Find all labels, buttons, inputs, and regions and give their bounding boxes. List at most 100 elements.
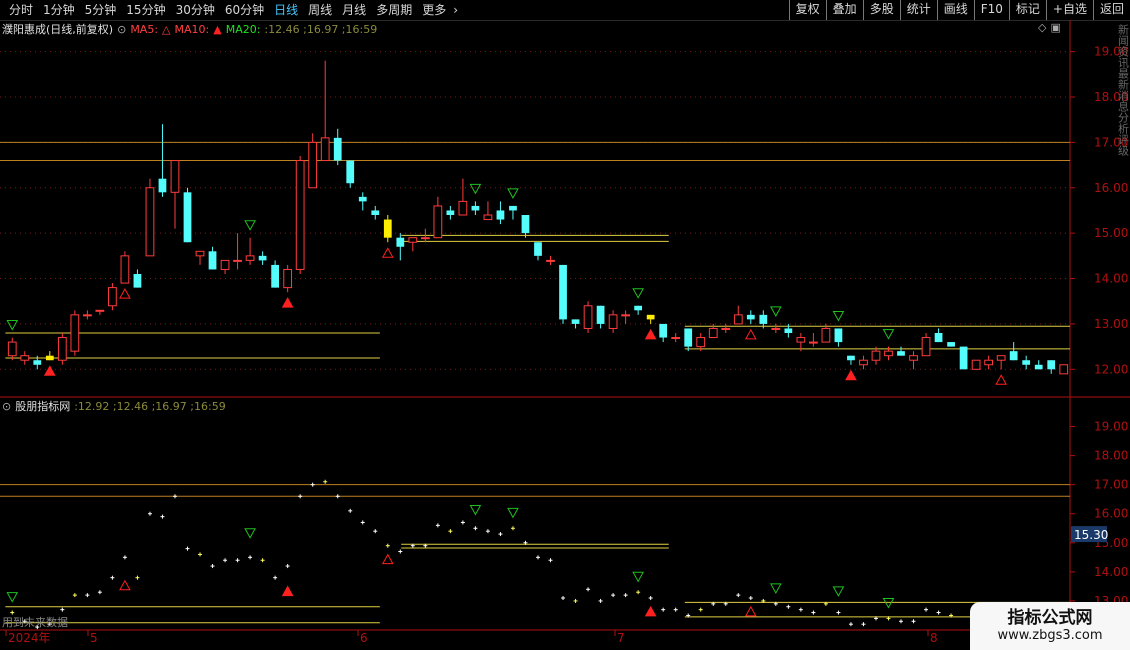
period-tab-6[interactable]: 日线 (269, 0, 303, 20)
period-tab-2[interactable]: 5分钟 (80, 0, 122, 20)
period-tab-9[interactable]: 多周期 (371, 0, 417, 20)
candle-body (708, 327, 718, 339)
sell-signal-mark-sub (6, 592, 19, 603)
stock-title[interactable]: 濮阳惠成(日线,前复权) (2, 21, 113, 37)
candle-body (496, 210, 505, 220)
diamond-icon[interactable]: ◇ (1038, 21, 1046, 34)
candle-body (583, 305, 593, 329)
date-label: 2024年 (8, 631, 51, 645)
period-tab-4[interactable]: 30分钟 (171, 0, 220, 20)
main-panel-controls: ◇ ▣ (1038, 21, 1065, 34)
candle-body (934, 333, 943, 343)
candle-body (183, 192, 192, 243)
candle-body (546, 259, 555, 262)
sell-signal-mark (632, 288, 644, 299)
date-label: 6 (360, 631, 368, 645)
tool-button-7[interactable]: +自选 (1045, 0, 1093, 20)
candle-body (871, 350, 881, 361)
period-tab-10[interactable]: 更多 (417, 0, 451, 20)
sell-signal-mark (507, 188, 519, 199)
date-label: 7 (617, 631, 625, 645)
sub-toggle-icon[interactable]: ⊙ (2, 400, 11, 413)
tool-button-5[interactable]: F10 (973, 0, 1009, 20)
candle-body (897, 351, 905, 356)
buy-signal-mark (845, 369, 857, 381)
period-tab-3[interactable]: 15分钟 (121, 0, 170, 20)
buy-signal-mark (43, 365, 56, 376)
buy-signal-mark (119, 288, 131, 299)
period-tab-0[interactable]: 分时 (4, 0, 38, 20)
sell-signal-mark-sub (882, 597, 895, 609)
candle-body (746, 314, 755, 320)
future-data-note: 用到未来数据 (2, 616, 68, 629)
ma20-label: MA20: (225, 22, 261, 36)
candle-body (45, 355, 54, 361)
candle-body (158, 178, 167, 193)
tool-button-0[interactable]: 复权 (788, 0, 826, 20)
legend-toggle-icon[interactable]: ⊙ (117, 23, 126, 36)
tool-button-8[interactable]: 返回 (1092, 0, 1130, 20)
candle-body (821, 327, 831, 343)
period-tab-1[interactable]: 1分钟 (38, 0, 80, 20)
candle-body (195, 250, 205, 257)
tool-button-6[interactable]: 标记 (1008, 0, 1046, 20)
candle-body (458, 200, 468, 216)
buy-signal-mark (381, 247, 394, 258)
candle-body (208, 251, 217, 270)
indicator-values: :12.92 ;12.46 ;16.97 ;16:59 (74, 399, 226, 413)
candle-body (396, 237, 405, 247)
candle-body (1022, 360, 1031, 365)
panel-toggle-icon[interactable]: ▣ (1050, 21, 1060, 34)
candle-body (170, 160, 180, 193)
period-tab-5[interactable]: 60分钟 (220, 0, 269, 20)
period-tab-7[interactable]: 周线 (303, 0, 337, 20)
ma5-label: MA5: (130, 22, 159, 36)
watermark-url: www.zbgs3.com (997, 628, 1103, 643)
buy-signal-mark (644, 328, 657, 340)
period-tabs: 分时 1分钟 5分钟 15分钟 30分钟 60分钟 日线 周线 月线 多周期 更多 › (4, 0, 460, 20)
period-toolbar: 分时 1分钟 5分钟 15分钟 30分钟 60分钟 日线 周线 月线 多周期 更多 › 复权 叠加 多股统… (0, 0, 1130, 21)
buy-signal-mark (744, 328, 757, 340)
candle-body (433, 205, 443, 239)
sell-signal-mark-sub (769, 583, 782, 594)
tool-button-2[interactable]: 多股 (862, 0, 900, 20)
candle-body (358, 196, 367, 202)
candle-body (1059, 364, 1069, 375)
period-tab-8[interactable]: 月线 (337, 0, 371, 20)
date-label: 8 (930, 631, 938, 645)
sell-signal-mark (769, 306, 782, 317)
ma10-triangle-icon: ▲ (213, 22, 222, 36)
candle-body (996, 355, 1006, 361)
candle-body (721, 327, 731, 330)
sub-legend: ⊙ 股朋指标网 :12.92 ;12.46 ;16.97 ;16:59 (2, 398, 230, 414)
candle-body (959, 346, 968, 370)
candle-body (771, 327, 781, 330)
buy-signal-mark (281, 297, 294, 308)
buy-signal-mark-sub (644, 605, 657, 617)
candle-body (1009, 351, 1018, 361)
tool-button-3[interactable]: 统计 (899, 0, 937, 20)
candle-body (796, 337, 806, 343)
candle-body (283, 268, 293, 289)
side-info-strip[interactable]: 新闻资讯最新消息分析评级 (1116, 20, 1130, 400)
candle-body (408, 237, 418, 243)
buy-signal-mark (995, 374, 1008, 385)
sell-signal-mark (6, 320, 19, 331)
candle-body (82, 314, 92, 317)
sub-axis-label: 16.00 (1094, 507, 1128, 521)
sell-signal-mark (882, 329, 895, 340)
sub-axis-label: 18.00 (1094, 449, 1128, 463)
tool-button-4[interactable]: 画线 (936, 0, 974, 20)
tool-button-1[interactable]: 叠加 (825, 0, 863, 20)
candle-body (120, 255, 130, 284)
indicator-title[interactable]: 股朋指标网 (15, 398, 70, 414)
more-chevron-icon[interactable]: › (451, 0, 460, 20)
date-label: 5 (90, 631, 98, 645)
candle-body (947, 342, 955, 347)
candle-body (70, 314, 80, 352)
candle-body (571, 319, 580, 324)
candle-body (295, 160, 305, 270)
main-legend: 濮阳惠成(日线,前复权) ⊙ MA5: △ MA10: ▲ MA20: :12.… (2, 21, 381, 37)
candle-body (471, 205, 480, 211)
ma5-triangle-icon: △ (162, 22, 171, 36)
